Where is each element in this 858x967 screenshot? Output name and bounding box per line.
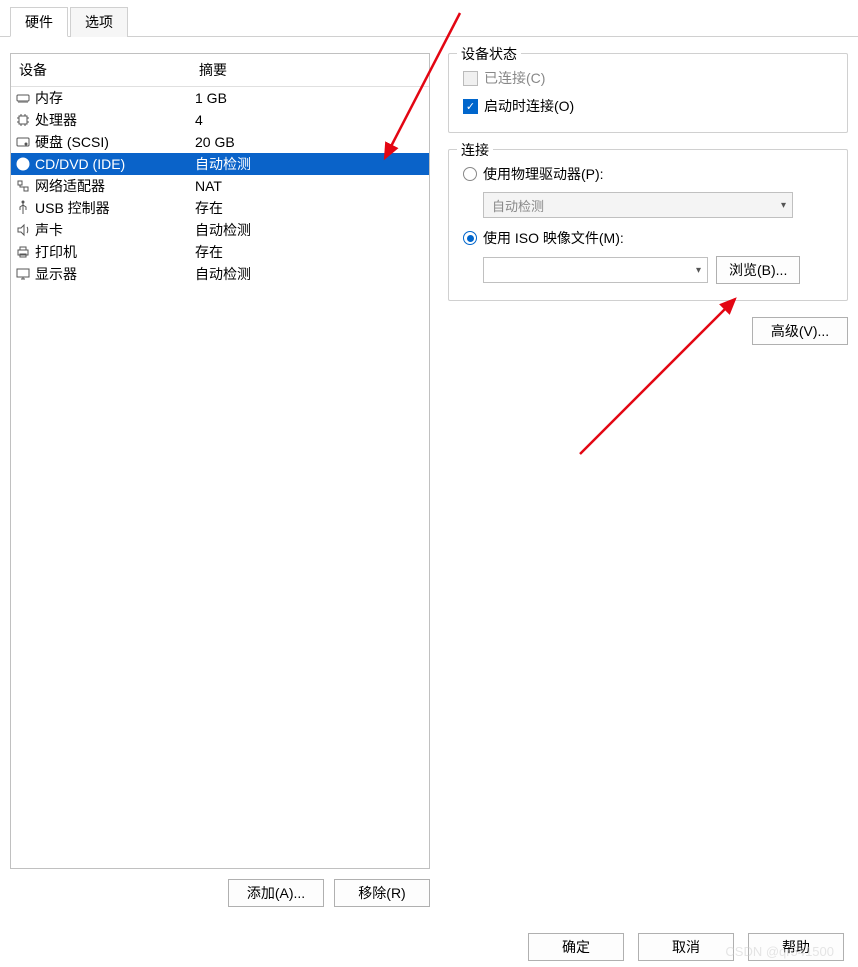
usb-icon <box>15 200 31 216</box>
physical-drive-radio[interactable] <box>463 167 477 181</box>
connection-title: 连接 <box>457 140 493 160</box>
iso-file-radio[interactable] <box>463 231 477 245</box>
tab-hardware[interactable]: 硬件 <box>10 7 68 37</box>
printer-icon <box>15 244 31 260</box>
hw-label: 打印机 <box>35 242 77 262</box>
tab-options[interactable]: 选项 <box>70 7 128 37</box>
content-area: 设备 摘要 内存 1 GB 处理器 4 硬盘 <box>0 37 858 917</box>
hw-summary: 自动检测 <box>191 220 425 240</box>
physical-drive-label: 使用物理驱动器(P): <box>483 164 604 184</box>
browse-button[interactable]: 浏览(B)... <box>716 256 800 284</box>
sound-icon <box>15 222 31 238</box>
hw-label: USB 控制器 <box>35 198 110 218</box>
hw-summary: NAT <box>191 178 425 194</box>
hw-summary: 20 GB <box>191 134 425 150</box>
chevron-down-icon: ▾ <box>696 265 701 276</box>
right-column: 设备状态 已连接(C) ✓ 启动时连接(O) 连接 使用物理驱动器(P): 自动… <box>430 53 848 907</box>
hw-row-cddvd[interactable]: CD/DVD (IDE) 自动检测 <box>11 153 429 175</box>
hw-label: 网络适配器 <box>35 176 105 196</box>
tab-bar: 硬件 选项 <box>0 4 858 37</box>
physical-drive-combo[interactable]: 自动检测 ▾ <box>483 192 793 218</box>
hw-label: 声卡 <box>35 220 63 240</box>
hw-row-memory[interactable]: 内存 1 GB <box>11 87 429 109</box>
iso-file-label: 使用 ISO 映像文件(M): <box>483 228 624 248</box>
hw-summary: 4 <box>191 112 425 128</box>
display-icon <box>15 266 31 282</box>
connect-on-poweron-label: 启动时连接(O) <box>484 96 574 116</box>
hw-label: 显示器 <box>35 264 77 284</box>
hw-summary: 自动检测 <box>191 154 425 174</box>
hw-label: CD/DVD (IDE) <box>35 156 125 172</box>
disc-icon <box>15 156 31 172</box>
network-icon <box>15 178 31 194</box>
hw-label: 内存 <box>35 88 63 108</box>
connect-on-poweron-checkbox[interactable]: ✓ <box>463 99 478 114</box>
connected-label: 已连接(C) <box>484 68 545 88</box>
advanced-button[interactable]: 高级(V)... <box>752 317 848 345</box>
hw-row-network[interactable]: 网络适配器 NAT <box>11 175 429 197</box>
connected-checkbox[interactable] <box>463 71 478 86</box>
hw-label: 处理器 <box>35 110 77 130</box>
remove-button[interactable]: 移除(R) <box>334 879 430 907</box>
hw-row-sound[interactable]: 声卡 自动检测 <box>11 219 429 241</box>
physical-drive-value: 自动检测 <box>492 196 544 215</box>
disk-icon <box>15 134 31 150</box>
hw-summary: 存在 <box>191 242 425 262</box>
iso-file-combo[interactable]: ▾ <box>483 257 708 283</box>
chevron-down-icon: ▾ <box>781 200 786 211</box>
hw-label: 硬盘 (SCSI) <box>35 132 109 152</box>
connection-group: 连接 使用物理驱动器(P): 自动检测 ▾ 使用 ISO 映像文件(M): ▾ … <box>448 149 848 301</box>
help-button[interactable]: 帮助 <box>748 933 844 961</box>
hardware-list: 设备 摘要 内存 1 GB 处理器 4 硬盘 <box>10 53 430 869</box>
header-device[interactable]: 设备 <box>11 54 191 86</box>
hw-row-usb[interactable]: USB 控制器 存在 <box>11 197 429 219</box>
device-state-title: 设备状态 <box>457 44 521 64</box>
hw-summary: 1 GB <box>191 90 425 106</box>
dialog-buttons: 确定 取消 帮助 <box>528 933 844 961</box>
hw-row-cpu[interactable]: 处理器 4 <box>11 109 429 131</box>
cpu-icon <box>15 112 31 128</box>
device-state-group: 设备状态 已连接(C) ✓ 启动时连接(O) <box>448 53 848 133</box>
add-button[interactable]: 添加(A)... <box>228 879 324 907</box>
hardware-buttons: 添加(A)... 移除(R) <box>10 879 430 907</box>
hw-row-display[interactable]: 显示器 自动检测 <box>11 263 429 285</box>
header-summary[interactable]: 摘要 <box>191 54 429 86</box>
hardware-list-header: 设备 摘要 <box>11 54 429 87</box>
left-column: 设备 摘要 内存 1 GB 处理器 4 硬盘 <box>10 53 430 907</box>
hw-summary: 存在 <box>191 198 425 218</box>
cancel-button[interactable]: 取消 <box>638 933 734 961</box>
hw-row-disk[interactable]: 硬盘 (SCSI) 20 GB <box>11 131 429 153</box>
ok-button[interactable]: 确定 <box>528 933 624 961</box>
hw-row-printer[interactable]: 打印机 存在 <box>11 241 429 263</box>
memory-icon <box>15 90 31 106</box>
hw-summary: 自动检测 <box>191 264 425 284</box>
